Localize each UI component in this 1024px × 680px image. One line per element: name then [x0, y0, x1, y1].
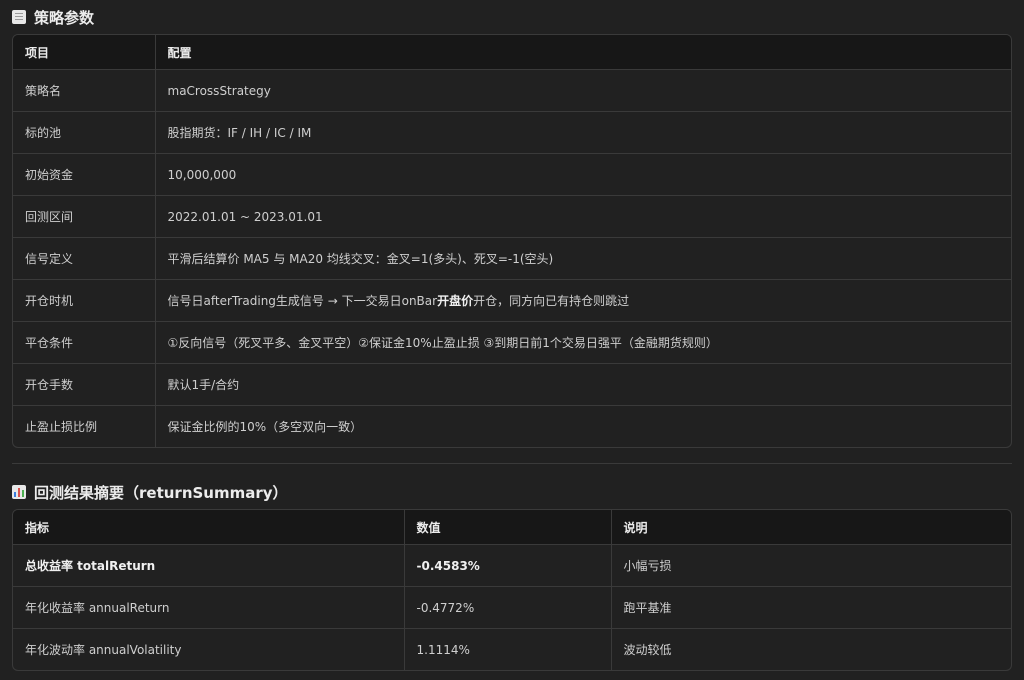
param-value: ①反向信号（死叉平多、金叉平空）②保证金10%止盈止损 ③到期日前1个交易日强平…	[154, 321, 1011, 364]
table-row: 标的池 股指期货：IF / IH / IC / IM	[13, 111, 1011, 154]
metric-value: 1.1114%	[403, 628, 611, 670]
param-value: 10,000,000	[154, 153, 1011, 196]
params-table: 项目 配置 策略名 maCrossStrategy 标的池 股指期货：IF / …	[12, 34, 1012, 448]
table-row: 平仓条件 ①反向信号（死叉平多、金叉平空）②保证金10%止盈止损 ③到期日前1个…	[13, 321, 1011, 364]
param-name: 策略名	[13, 69, 155, 112]
param-name: 止盈止损比例	[25, 420, 98, 434]
param-value: maCrossStrategy	[154, 69, 1011, 112]
metric-name: 年化波动率 annualVolatility	[25, 643, 182, 657]
metric-name: 年化收益率 annualReturn	[13, 586, 404, 629]
table-row: 开仓时机 信号日afterTrading生成信号 → 下一交易日onBar开盘价…	[13, 279, 1011, 322]
section-divider	[12, 463, 1012, 464]
table-row: 开仓手数 默认1手/合约	[13, 363, 1011, 406]
table-row: 策略名 maCrossStrategy	[13, 69, 1011, 112]
params-title-text: 策略参数	[34, 8, 95, 27]
metric-value: -0.4772%	[403, 586, 611, 629]
header-config: 配置	[154, 35, 1011, 70]
param-name: 标的池	[13, 111, 155, 154]
param-value: 默认1手/合约	[154, 363, 1011, 406]
param-value-bold: 开盘价	[437, 294, 474, 308]
param-value: 平滑后结算价 MA5 与 MA20 均线交叉：金叉=1(多头)、死叉=-1(空头…	[154, 237, 1011, 280]
page: 策略参数 项目 配置 策略名 maCrossStrategy 标的池 股指期货：…	[0, 0, 1024, 680]
header-value: 数值	[403, 510, 611, 545]
params-section-title: 策略参数	[12, 0, 1012, 34]
bar-chart-icon	[12, 485, 26, 499]
param-value: 股指期货：IF / IH / IC / IM	[154, 111, 1011, 154]
param-name: 回测区间	[13, 195, 155, 238]
param-name: 开仓手数	[13, 363, 155, 406]
param-value: 保证金比例的10%（多空双向一致）	[154, 405, 1011, 447]
params-header-row: 项目 配置	[13, 35, 1011, 70]
table-row: 信号定义 平滑后结算价 MA5 与 MA20 均线交叉：金叉=1(多头)、死叉=…	[13, 237, 1011, 280]
table-row: 年化波动率 annualVolatility 1.1114% 波动较低	[13, 628, 1011, 670]
table-row: 回测区间 2022.01.01 ~ 2023.01.01	[13, 195, 1011, 238]
table-row: 年化收益率 annualReturn -0.4772% 跑平基准	[13, 586, 1011, 629]
header-note: 说明	[610, 510, 1011, 545]
param-value: 信号日afterTrading生成信号 → 下一交易日onBar开盘价开仓，同方…	[154, 279, 1011, 322]
param-name: 平仓条件	[13, 321, 155, 364]
header-metric: 指标	[13, 510, 404, 545]
metric-note: 波动较低	[610, 628, 1011, 670]
table-row: 总收益率 totalReturn -0.4583% 小幅亏损	[13, 544, 1011, 587]
param-name: 初始资金	[13, 153, 155, 196]
document-icon	[12, 10, 26, 24]
metric-value: -0.4583%	[403, 544, 611, 587]
param-value-post: 开仓，同方向已有持仓则跳过	[473, 294, 630, 308]
header-item: 项目	[13, 35, 155, 70]
table-row: 初始资金 10,000,000	[13, 153, 1011, 196]
summary-table: 指标 数值 说明 总收益率 totalReturn -0.4583% 小幅亏损 …	[12, 509, 1012, 671]
param-name: 开仓时机	[13, 279, 155, 322]
summary-header-row: 指标 数值 说明	[13, 510, 1011, 545]
table-row: 止盈止损比例 保证金比例的10%（多空双向一致）	[13, 405, 1011, 447]
summary-section-title: 回测结果摘要（returnSummary）	[12, 475, 1012, 509]
metric-note: 跑平基准	[610, 586, 1011, 629]
summary-title-text: 回测结果摘要（returnSummary）	[34, 483, 288, 502]
metric-name: 总收益率 totalReturn	[13, 544, 404, 587]
param-value: 2022.01.01 ~ 2023.01.01	[154, 195, 1011, 238]
param-name: 信号定义	[13, 237, 155, 280]
metric-note: 小幅亏损	[610, 544, 1011, 587]
param-value-pre: 信号日afterTrading生成信号 → 下一交易日onBar	[167, 294, 438, 308]
